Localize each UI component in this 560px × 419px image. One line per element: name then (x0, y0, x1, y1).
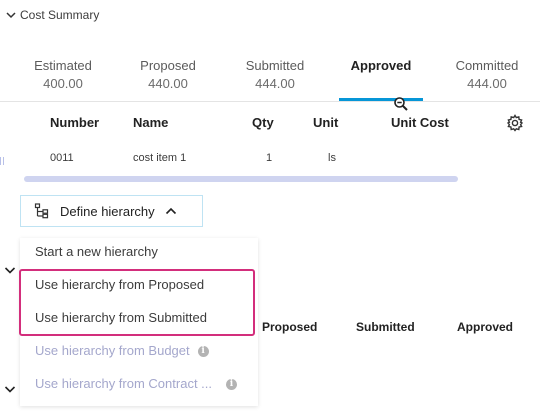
menu-item-label: Use hierarchy from Budget (35, 343, 190, 358)
menu-item-label: Start a new hierarchy (35, 244, 158, 259)
cost-tabs: Estimated 400.00 Proposed 440.00 Submitt… (0, 57, 540, 102)
define-hierarchy-button[interactable]: Define hierarchy (20, 195, 203, 227)
column-header-approved: Approved (457, 320, 514, 334)
chevron-down-icon[interactable] (4, 265, 16, 275)
row-resize-handle[interactable] (0, 157, 4, 165)
tab-value: 440.00 (148, 76, 188, 91)
column-header-proposed: Proposed (262, 320, 318, 334)
info-icon[interactable]: i (226, 379, 237, 391)
menu-item-use-contract: Use hierarchy from Contract ... i (35, 376, 237, 391)
cell-qty: 1 (266, 152, 273, 164)
column-header-unit[interactable]: Unit (313, 115, 338, 130)
tab-value: 444.00 (467, 76, 507, 91)
column-header-unit-cost[interactable]: Unit Cost (391, 115, 449, 130)
info-icon[interactable]: i (197, 346, 209, 358)
horizontal-scrollbar[interactable] (24, 176, 458, 182)
menu-item-label: Use hierarchy from Submitted (35, 310, 207, 325)
column-header-number[interactable]: Number (50, 115, 99, 130)
chevron-up-icon (165, 207, 176, 215)
tab-committed[interactable]: Committed 444.00 (437, 57, 537, 92)
column-header-submitted: Submitted (356, 320, 415, 334)
tab-label: Committed (455, 58, 519, 73)
tab-proposed[interactable]: Proposed 440.00 (118, 57, 218, 92)
cell-name: cost item 1 (133, 152, 187, 164)
menu-item-use-proposed[interactable]: Use hierarchy from Proposed (35, 277, 204, 292)
tab-label: Approved (350, 58, 412, 73)
menu-item-label: Use hierarchy from Contract ... (35, 376, 212, 391)
column-header-name[interactable]: Name (133, 115, 168, 130)
chevron-down-icon[interactable] (4, 384, 16, 394)
menu-item-use-submitted[interactable]: Use hierarchy from Submitted (35, 310, 207, 325)
hierarchy-icon (34, 203, 49, 219)
hierarchy-menu: Start a new hierarchy Use hierarchy from… (20, 238, 258, 406)
cell-number: 0011 (50, 152, 74, 164)
tab-submitted[interactable]: Submitted 444.00 (225, 57, 325, 92)
chevron-down-icon (6, 12, 16, 19)
tab-estimated[interactable]: Estimated 400.00 (13, 57, 113, 92)
menu-item-use-budget: Use hierarchy from Budget i (35, 343, 209, 358)
tab-approved[interactable]: Approved (331, 57, 431, 75)
define-hierarchy-label: Define hierarchy (60, 203, 155, 219)
menu-item-label: Use hierarchy from Proposed (35, 277, 205, 292)
zoom-out-icon[interactable] (393, 96, 409, 112)
tab-value: 400.00 (43, 76, 83, 91)
tab-label: Submitted (245, 58, 305, 73)
tab-value: 444.00 (255, 76, 295, 91)
tab-label: Proposed (140, 58, 196, 73)
column-header-qty[interactable]: Qty (252, 115, 274, 130)
tab-label: Estimated (34, 58, 92, 73)
active-tab-indicator (339, 98, 423, 101)
gear-icon[interactable] (506, 114, 524, 132)
cost-summary-header[interactable]: Cost Summary (6, 8, 99, 22)
section-title: Cost Summary (20, 8, 100, 22)
cell-unit: ls (328, 152, 336, 164)
menu-item-start-new-hierarchy[interactable]: Start a new hierarchy (35, 244, 158, 259)
